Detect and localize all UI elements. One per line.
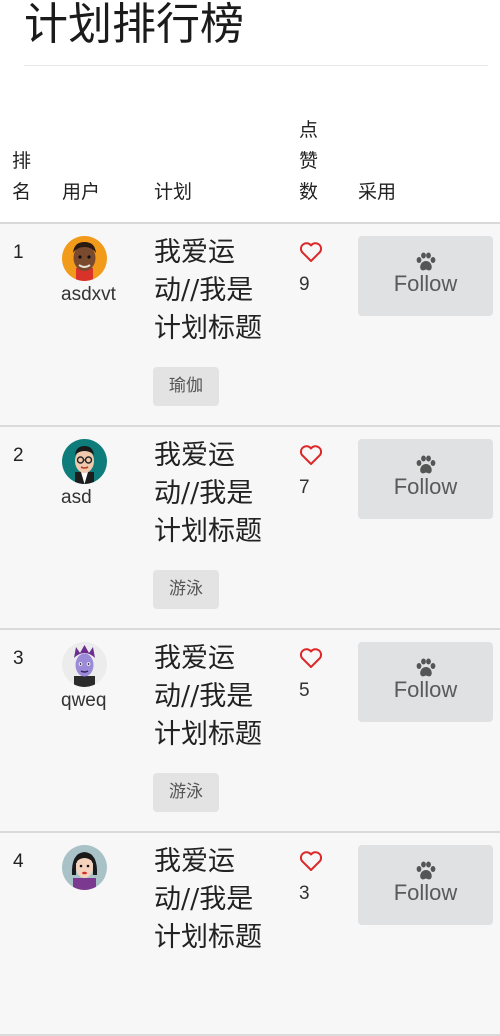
- table-header: 排名 用户 计划 点赞数 采用: [0, 110, 500, 225]
- heart-icon[interactable]: [299, 647, 323, 669]
- like-count: 3: [299, 883, 310, 904]
- heart-icon[interactable]: [299, 444, 323, 466]
- paw-icon: [416, 252, 435, 271]
- rank-number: 4: [13, 851, 24, 872]
- follow-label: Follow: [393, 271, 458, 296]
- follow-label: Follow: [393, 474, 458, 499]
- plan-title[interactable]: 我爱运动//我是计划标题: [154, 437, 279, 551]
- like-count: 9: [299, 274, 310, 295]
- like-count: 5: [299, 680, 310, 701]
- header-user: 用户: [62, 181, 101, 203]
- heart-icon[interactable]: [299, 850, 323, 872]
- paw-icon: [416, 455, 435, 474]
- like-count: 7: [299, 477, 310, 498]
- rank-number: 2: [13, 445, 24, 466]
- table-row: 2 asd 我爱运动//我是计划标题 游泳 7 Follow: [0, 427, 500, 630]
- follow-button[interactable]: Follow: [358, 236, 493, 316]
- plan-title[interactable]: 我爱运动//我是计划标题: [154, 234, 279, 348]
- title-divider: [24, 65, 488, 66]
- follow-label: Follow: [393, 880, 458, 905]
- header-plan: 计划: [154, 181, 193, 203]
- ranking-table-body: 1 asdxvt 我爱运动//我是计划标题 瑜伽 9 Follow 2 asd …: [0, 224, 500, 1036]
- paw-icon: [416, 658, 435, 677]
- heart-icon[interactable]: [299, 241, 323, 263]
- page-title: 计划排行榜: [24, 0, 244, 50]
- table-row: 4 我爱运动//我是计划标题 3 Follow: [0, 833, 500, 1036]
- username[interactable]: asd: [61, 487, 92, 509]
- avatar-purple-hair-icon[interactable]: [62, 642, 107, 687]
- header-rank: 排名: [12, 150, 32, 203]
- follow-button[interactable]: Follow: [358, 439, 493, 519]
- avatar-woman-icon[interactable]: [62, 845, 107, 890]
- plan-tag: 瑜伽: [153, 367, 219, 406]
- plan-title[interactable]: 我爱运动//我是计划标题: [154, 640, 279, 754]
- rank-number: 1: [13, 242, 24, 263]
- table-row: 3 qweq 我爱运动//我是计划标题 游泳 5 Follow: [0, 630, 500, 833]
- username[interactable]: asdxvt: [61, 284, 116, 306]
- avatar-dark-skin-icon[interactable]: [62, 236, 107, 281]
- table-row: 1 asdxvt 我爱运动//我是计划标题 瑜伽 9 Follow: [0, 224, 500, 427]
- username[interactable]: qweq: [61, 690, 106, 712]
- plan-tag: 游泳: [153, 570, 219, 609]
- plan-title[interactable]: 我爱运动//我是计划标题: [154, 843, 279, 957]
- header-adopt: 采用: [358, 181, 397, 203]
- follow-button[interactable]: Follow: [358, 845, 493, 925]
- rank-number: 3: [13, 648, 24, 669]
- plan-tag: 游泳: [153, 773, 219, 812]
- paw-icon: [416, 861, 435, 880]
- follow-label: Follow: [393, 677, 458, 702]
- avatar-glasses-man-icon[interactable]: [62, 439, 107, 484]
- follow-button[interactable]: Follow: [358, 642, 493, 722]
- header-likes: 点赞数: [299, 119, 319, 203]
